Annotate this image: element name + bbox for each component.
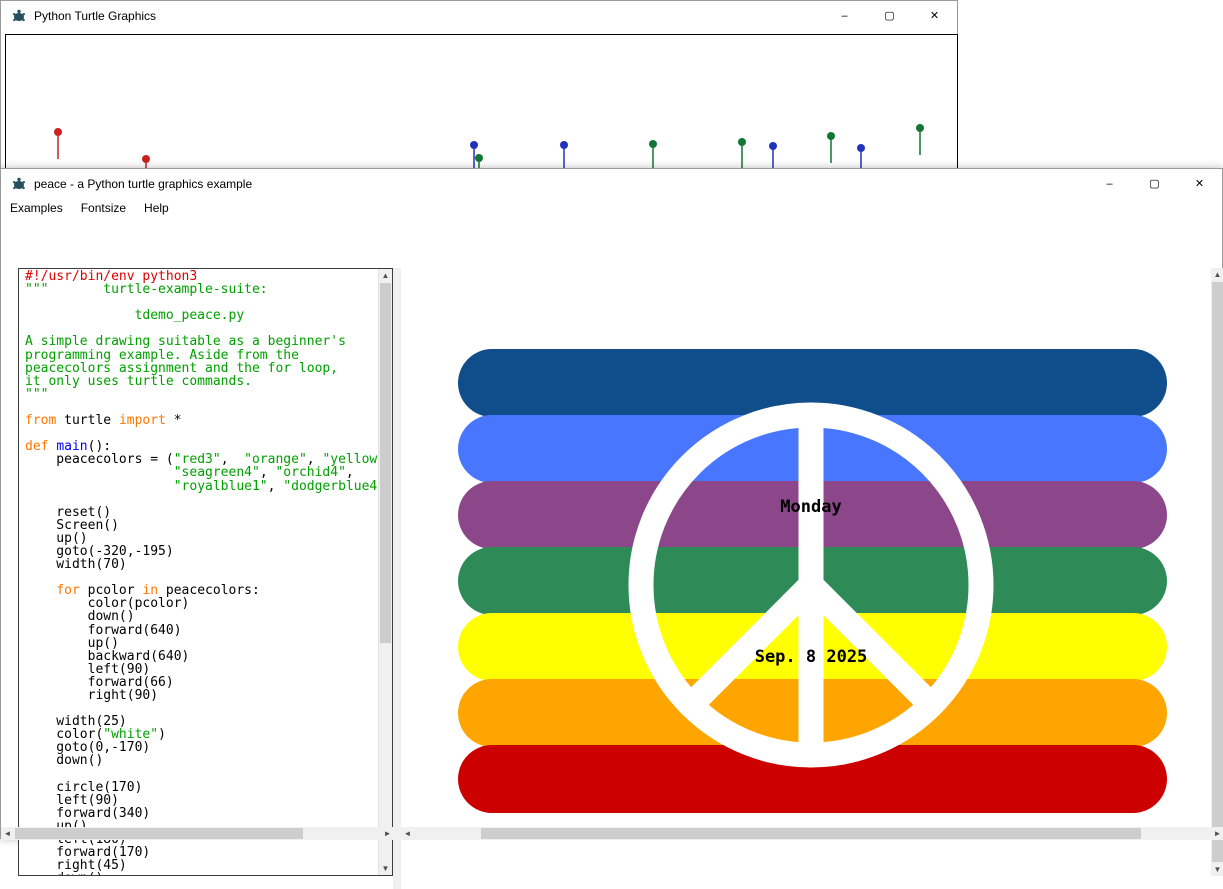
- canvas-label: Sep. 8 2025: [755, 647, 868, 667]
- canvas-horizontal-scrollbar[interactable]: ◄ ►: [401, 827, 1223, 840]
- front-close-button[interactable]: ✕: [1177, 169, 1222, 198]
- pin-head: [475, 154, 483, 162]
- menu-examples[interactable]: Examples: [1, 198, 72, 218]
- canvas-hscroll-thumb[interactable]: [481, 828, 1141, 839]
- code-line: "royalblue1", "dodgerblue4"): [25, 480, 378, 493]
- turtle-canvas: Monday Sep. 8 2025: [401, 268, 1211, 876]
- back-window-titlebar: Python Turtle Graphics – ▢ ✕: [1, 1, 957, 30]
- code-line: """ turtle-example-suite:: [25, 283, 378, 296]
- scroll-down-arrow-icon[interactable]: ▼: [1211, 863, 1223, 876]
- pin-head: [827, 132, 835, 140]
- scroll-up-arrow-icon[interactable]: ▲: [379, 269, 392, 282]
- peace-demo-window: peace - a Python turtle graphics example…: [0, 168, 1223, 839]
- turtle-icon: [11, 8, 27, 24]
- back-minimize-button[interactable]: –: [822, 1, 867, 30]
- peace-drawing: Monday Sep. 8 2025: [401, 268, 1211, 876]
- pin-head: [857, 144, 865, 152]
- code-hscroll-thumb[interactable]: [15, 828, 303, 839]
- code-pane: #!/usr/bin/env python3""" turtle-example…: [18, 268, 393, 876]
- scroll-left-arrow-icon[interactable]: ◄: [401, 827, 414, 840]
- front-minimize-button[interactable]: –: [1087, 169, 1132, 198]
- scroll-right-arrow-icon[interactable]: ►: [1211, 827, 1223, 840]
- canvas-vscroll-thumb[interactable]: [1212, 282, 1223, 862]
- code-line: it only uses turtle commands.: [25, 375, 378, 388]
- menu-fontsize[interactable]: Fontsize: [72, 198, 135, 218]
- pin-head: [649, 140, 657, 148]
- content-area: #!/usr/bin/env python3""" turtle-example…: [1, 218, 1222, 838]
- pin-head: [769, 142, 777, 150]
- turtle-icon: [11, 176, 27, 192]
- pin-head: [560, 141, 568, 149]
- code-vscroll-thumb[interactable]: [380, 283, 391, 643]
- front-window-title: peace - a Python turtle graphics example: [34, 177, 252, 191]
- front-window-titlebar: peace - a Python turtle graphics example…: [1, 169, 1222, 198]
- scroll-right-arrow-icon[interactable]: ►: [381, 827, 394, 840]
- pin-head: [54, 128, 62, 136]
- pin-head: [916, 124, 924, 132]
- back-window-title: Python Turtle Graphics: [34, 9, 156, 23]
- canvas-vertical-scrollbar[interactable]: ▲ ▼: [1211, 268, 1223, 876]
- code-line: tdemo_peace.py: [25, 309, 378, 322]
- pane-divider: [393, 268, 401, 889]
- code-line: """: [25, 388, 378, 401]
- code-horizontal-scrollbar[interactable]: ◄ ►: [1, 827, 394, 840]
- menu-help[interactable]: Help: [135, 198, 178, 218]
- scroll-down-arrow-icon[interactable]: ▼: [379, 862, 392, 875]
- menubar: Examples Fontsize Help: [1, 198, 1222, 218]
- pin-head: [738, 138, 746, 146]
- pin-head: [470, 141, 478, 149]
- scroll-up-arrow-icon[interactable]: ▲: [1211, 268, 1223, 281]
- code-line: down(): [25, 754, 378, 767]
- front-maximize-button[interactable]: ▢: [1132, 169, 1177, 198]
- canvas-label: Monday: [780, 497, 841, 517]
- code-line: from turtle import *: [25, 414, 378, 427]
- back-close-button[interactable]: ✕: [912, 1, 957, 30]
- pin-head: [142, 155, 150, 163]
- scroll-left-arrow-icon[interactable]: ◄: [1, 827, 14, 840]
- code-line: width(70): [25, 558, 378, 571]
- code-line: down(): [25, 872, 378, 875]
- code-line: right(90): [25, 689, 378, 702]
- back-maximize-button[interactable]: ▢: [867, 1, 912, 30]
- code-vertical-scrollbar[interactable]: ▲ ▼: [378, 269, 392, 875]
- code-editor[interactable]: #!/usr/bin/env python3""" turtle-example…: [19, 269, 378, 875]
